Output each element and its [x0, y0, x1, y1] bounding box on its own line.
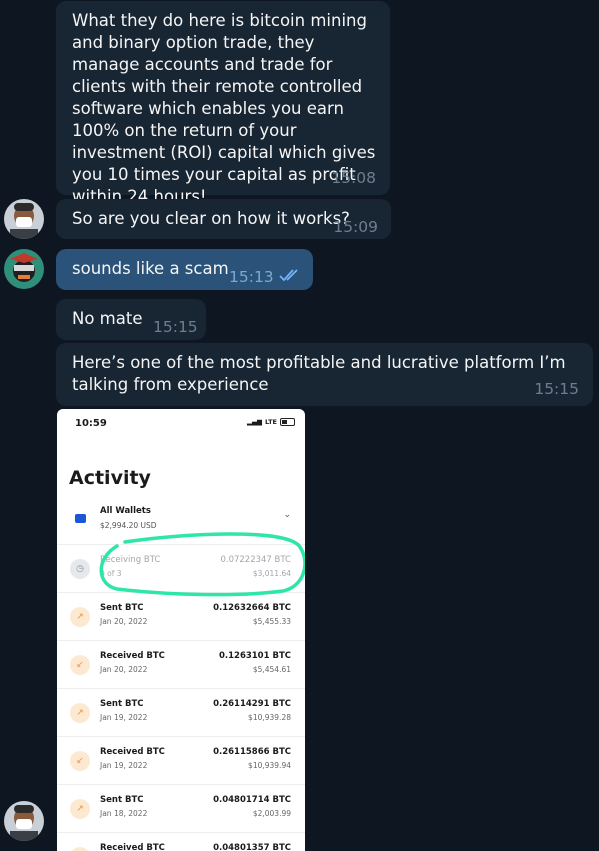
message-time: 15:13: [229, 268, 274, 286]
page-title: Activity: [69, 467, 151, 489]
transaction-row[interactable]: ↙ Received BTC Jan 20, 2022 0.1263101 BT…: [57, 640, 305, 689]
attached-screenshot[interactable]: 10:59 ▂▄▆ LTE Activity All Wallets $2,99…: [57, 409, 305, 851]
transaction-usd: $5,454.61: [252, 665, 291, 674]
transaction-row[interactable]: ↗ Sent BTC Jan 19, 2022 0.26114291 BTC $…: [57, 688, 305, 737]
transaction-title: Receiving BTC: [100, 555, 161, 565]
transaction-title: Sent BTC: [100, 795, 144, 805]
message-time: 15:15: [153, 318, 198, 336]
user-avatar[interactable]: [4, 249, 44, 289]
wallet-icon: [75, 514, 86, 523]
transaction-amount: 0.26115866 BTC: [213, 747, 291, 757]
transaction-usd: $5,455.33: [252, 617, 291, 626]
transaction-subtitle: Jan 18, 2022: [100, 809, 148, 818]
arrow-down-left-icon: ↙: [70, 847, 90, 851]
message-bubble[interactable]: Here’s one of the most profitable and lu…: [56, 343, 593, 406]
message-text: Here’s one of the most profitable and lu…: [72, 353, 566, 394]
transaction-title: Sent BTC: [100, 699, 144, 709]
contact-avatar[interactable]: [4, 801, 44, 841]
arrow-up-right-icon: ↗: [70, 799, 90, 819]
transaction-amount: 0.04801357 BTC: [213, 843, 291, 851]
transaction-title: Sent BTC: [100, 603, 144, 613]
transaction-subtitle: Jan 19, 2022: [100, 761, 148, 770]
transaction-amount: 0.12632664 BTC: [213, 603, 291, 613]
transaction-row[interactable]: ↙ Received BTC Jan 19, 2022 0.26115866 B…: [57, 736, 305, 785]
message-time: 15:08: [331, 169, 376, 187]
arrow-down-left-icon: ↙: [70, 655, 90, 675]
message-bubble[interactable]: No mate 15:15: [56, 299, 206, 340]
arrow-down-left-icon: ↙: [70, 751, 90, 771]
chevron-down-icon: ⌄: [283, 510, 291, 520]
signal-icon: ▂▄▆: [247, 418, 263, 426]
message-text: No mate: [72, 309, 143, 328]
transaction-amount: 0.26114291 BTC: [213, 699, 291, 709]
transaction-subtitle: Jan 20, 2022: [100, 665, 148, 674]
contact-avatar[interactable]: [4, 199, 44, 239]
transaction-usd: $10,939.94: [248, 761, 291, 770]
message-bubble-outgoing[interactable]: sounds like a scam 15:13: [56, 249, 313, 290]
status-time: 10:59: [75, 418, 107, 429]
wallet-name: All Wallets: [100, 506, 151, 516]
transaction-row[interactable]: ◷ Receiving BTC 0 of 3 0.07222347 BTC $3…: [57, 544, 305, 593]
transaction-row[interactable]: ↙ Received BTC 0.04801357 BTC: [57, 832, 305, 851]
wallet-selector[interactable]: All Wallets $2,994.20 USD ⌄: [57, 500, 305, 542]
transaction-usd: $3,011.64: [252, 569, 291, 578]
arrow-up-right-icon: ↗: [70, 703, 90, 723]
message-time: 15:15: [534, 380, 579, 398]
transaction-row[interactable]: ↗ Sent BTC Jan 18, 2022 0.04801714 BTC $…: [57, 784, 305, 833]
network-label: LTE: [265, 418, 277, 426]
transaction-usd: $2,003.99: [252, 809, 291, 818]
transaction-title: Received BTC: [100, 651, 165, 661]
message-text: sounds like a scam: [72, 259, 229, 278]
arrow-up-right-icon: ↗: [70, 607, 90, 627]
message-text: So are you clear on how it works?: [72, 209, 350, 228]
transaction-usd: $10,939.28: [248, 713, 291, 722]
transaction-row[interactable]: ↗ Sent BTC Jan 20, 2022 0.12632664 BTC $…: [57, 592, 305, 641]
clock-icon: ◷: [70, 559, 90, 579]
battery-icon: [280, 418, 295, 426]
transaction-subtitle: Jan 20, 2022: [100, 617, 148, 626]
transaction-amount: 0.1263101 BTC: [218, 651, 291, 661]
transaction-subtitle: Jan 19, 2022: [100, 713, 148, 722]
transaction-title: Received BTC: [100, 747, 165, 757]
transaction-subtitle: 0 of 3: [100, 569, 122, 578]
message-time: 15:09: [333, 218, 378, 236]
message-bubble[interactable]: So are you clear on how it works? 15:09: [56, 199, 391, 239]
wallet-balance: $2,994.20 USD: [100, 521, 157, 530]
message-bubble[interactable]: What they do here is bitcoin mining and …: [56, 1, 390, 206]
read-checkmarks-icon: [279, 269, 298, 282]
transaction-amount: 0.04801714 BTC: [213, 795, 291, 805]
transaction-title: Received BTC: [100, 843, 165, 851]
transaction-amount: 0.07222347 BTC: [220, 555, 291, 565]
status-indicators: ▂▄▆ LTE: [247, 418, 295, 426]
